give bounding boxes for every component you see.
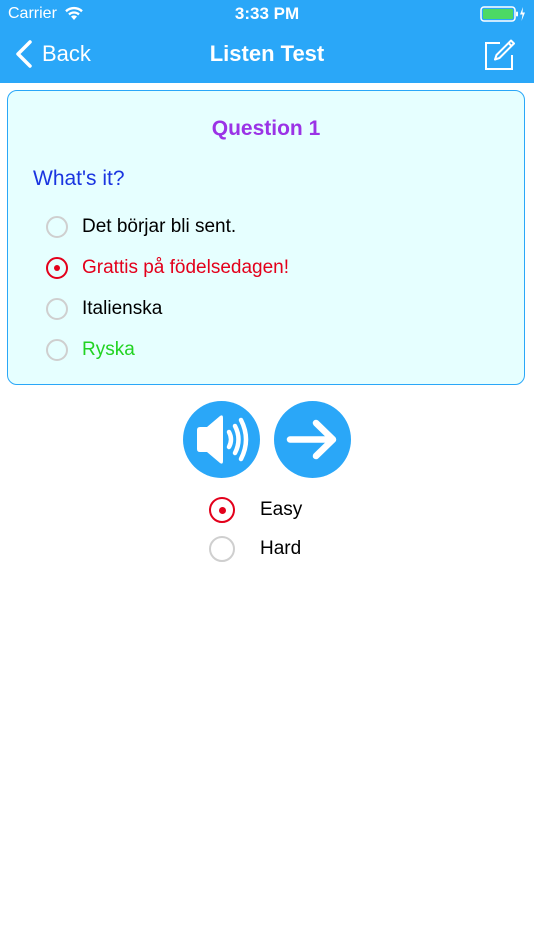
answer-option-label: Italienska — [82, 298, 163, 319]
answer-option[interactable]: Italienska — [46, 295, 162, 323]
status-time: 3:33 PM — [234, 4, 300, 23]
back-label: Back — [42, 41, 91, 66]
answer-option[interactable]: Ryska — [46, 336, 135, 364]
radio-button-selected[interactable] — [46, 257, 68, 279]
battery-icon — [480, 6, 525, 22]
status-bar: Carrier 3:33 PM — [0, 0, 534, 28]
next-question-button[interactable] — [274, 401, 351, 478]
radio-button[interactable] — [46, 216, 68, 238]
answer-option[interactable]: Grattis på födelsedagen! — [46, 254, 289, 282]
back-button[interactable]: Back — [14, 38, 91, 70]
radio-button[interactable] — [209, 536, 235, 562]
listen-test-screen: Carrier 3:33 PM Back Listen Test Questio… — [0, 0, 534, 950]
answer-option[interactable]: Det börjar bli sent. — [46, 213, 236, 241]
difficulty-label: Easy — [260, 499, 303, 520]
difficulty-hard-option[interactable]: Hard — [209, 535, 301, 563]
question-prompt: What's it? — [33, 167, 125, 190]
difficulty-easy-option[interactable]: Easy — [209, 496, 302, 524]
play-audio-button[interactable] — [183, 401, 260, 478]
chevron-left-icon — [16, 40, 32, 68]
answer-option-label: Det börjar bli sent. — [82, 216, 237, 237]
difficulty-label: Hard — [260, 538, 302, 559]
answer-option-label: Grattis på födelsedagen! — [82, 257, 290, 278]
speaker-icon — [197, 415, 249, 464]
navigation-bar: Back Listen Test — [0, 28, 534, 83]
top-bar: Carrier 3:33 PM Back Listen Test — [0, 0, 534, 83]
radio-button-selected[interactable] — [209, 497, 235, 523]
question-card: Question 1 What's it? Det börjar bli sen… — [7, 90, 525, 385]
arrow-right-icon — [286, 419, 337, 460]
radio-button[interactable] — [46, 298, 68, 320]
edit-note-icon[interactable] — [482, 38, 516, 72]
question-title: Question 1 — [211, 117, 321, 140]
answer-option-label: Ryska — [82, 339, 135, 360]
radio-button[interactable] — [46, 339, 68, 361]
